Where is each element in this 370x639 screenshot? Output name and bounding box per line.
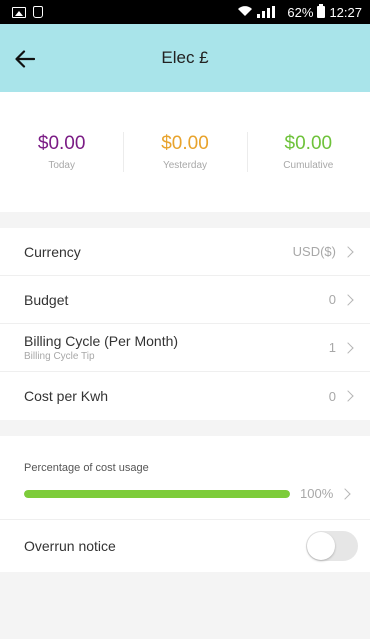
stat-yesterday-value: $0.00 [161,133,209,154]
gallery-icon [12,6,26,18]
nav-bar: Elec £ [0,24,370,92]
usage-progress-fill [24,489,290,498]
cost-per-kwh-label: Cost per Kwh [24,388,109,404]
stat-yesterday: $0.00 Yesterday [123,124,246,180]
settings-list: Currency USD($) Budget 0 Billing Cycle (… [0,228,370,420]
usage-label: Percentage of cost usage [24,462,149,474]
clipboard-icon [33,6,43,18]
chevron-right-icon [342,341,354,354]
arrow-left-icon [15,50,35,68]
billing-cycle-value: 1 [328,340,336,355]
budget-row[interactable]: Budget 0 [0,276,370,324]
stat-cumulative-value: $0.00 [284,133,333,154]
status-left [12,6,43,18]
cost-usage-row[interactable]: Percentage of cost usage 100% [0,436,370,520]
budget-label: Budget [24,291,69,308]
status-time: 12:27 [329,4,362,20]
billing-cycle-text: Billing Cycle (Per Month) Billing Cycle … [24,333,329,362]
signal-icon [257,6,283,18]
status-right: 62% 12:27 [237,4,362,20]
chevron-right-icon [339,487,351,500]
cost-per-kwh-text: Cost per Kwh [24,388,329,404]
usage-line: 100% [24,486,356,501]
overrun-notice-toggle[interactable] [306,531,358,561]
chevron-right-icon [342,245,354,258]
back-button[interactable] [10,44,40,74]
overrun-notice-row: Overrun notice [0,520,370,572]
billing-cycle-tip: Billing Cycle Tip [24,351,95,362]
cost-per-kwh-row[interactable]: Cost per Kwh 0 [0,372,370,420]
currency-text: Currency [24,244,293,260]
cost-per-kwh-value: 0 [328,388,336,404]
currency-value: USD($) [292,244,336,259]
stat-yesterday-label: Yesterday [162,160,208,171]
page-title: Elec £ [161,48,209,67]
currency-row[interactable]: Currency USD($) [0,228,370,276]
cost-summary: $0.00 Today $0.00 Yesterday $0.00 Cumula… [0,92,370,212]
overrun-notice-label: Overrun notice [24,538,116,554]
currency-label: Currency [24,243,81,260]
stat-cumulative-label: Cumulative [283,160,334,171]
status-bar: 62% 12:27 [0,0,370,24]
wifi-icon [237,5,253,20]
stat-today-label: Today [48,160,75,171]
usage-percent: 100% [300,486,334,501]
usage-progress-bar [24,489,290,498]
chevron-right-icon [342,390,354,402]
battery-percent: 62% [287,4,314,20]
usage-section: Percentage of cost usage 100% Overrun no… [0,436,370,572]
billing-cycle-label: Billing Cycle (Per Month) [24,333,179,349]
toggle-knob [307,532,335,560]
battery-icon [317,4,326,18]
stat-today: $0.00 Today [0,124,123,180]
budget-text: Budget [24,292,329,308]
stat-cumulative: $0.00 Cumulative [246,124,370,180]
stat-today-value: $0.00 [37,133,86,154]
budget-value: 0 [328,292,336,307]
chevron-right-icon [342,293,354,306]
billing-cycle-row[interactable]: Billing Cycle (Per Month) Billing Cycle … [0,324,370,372]
